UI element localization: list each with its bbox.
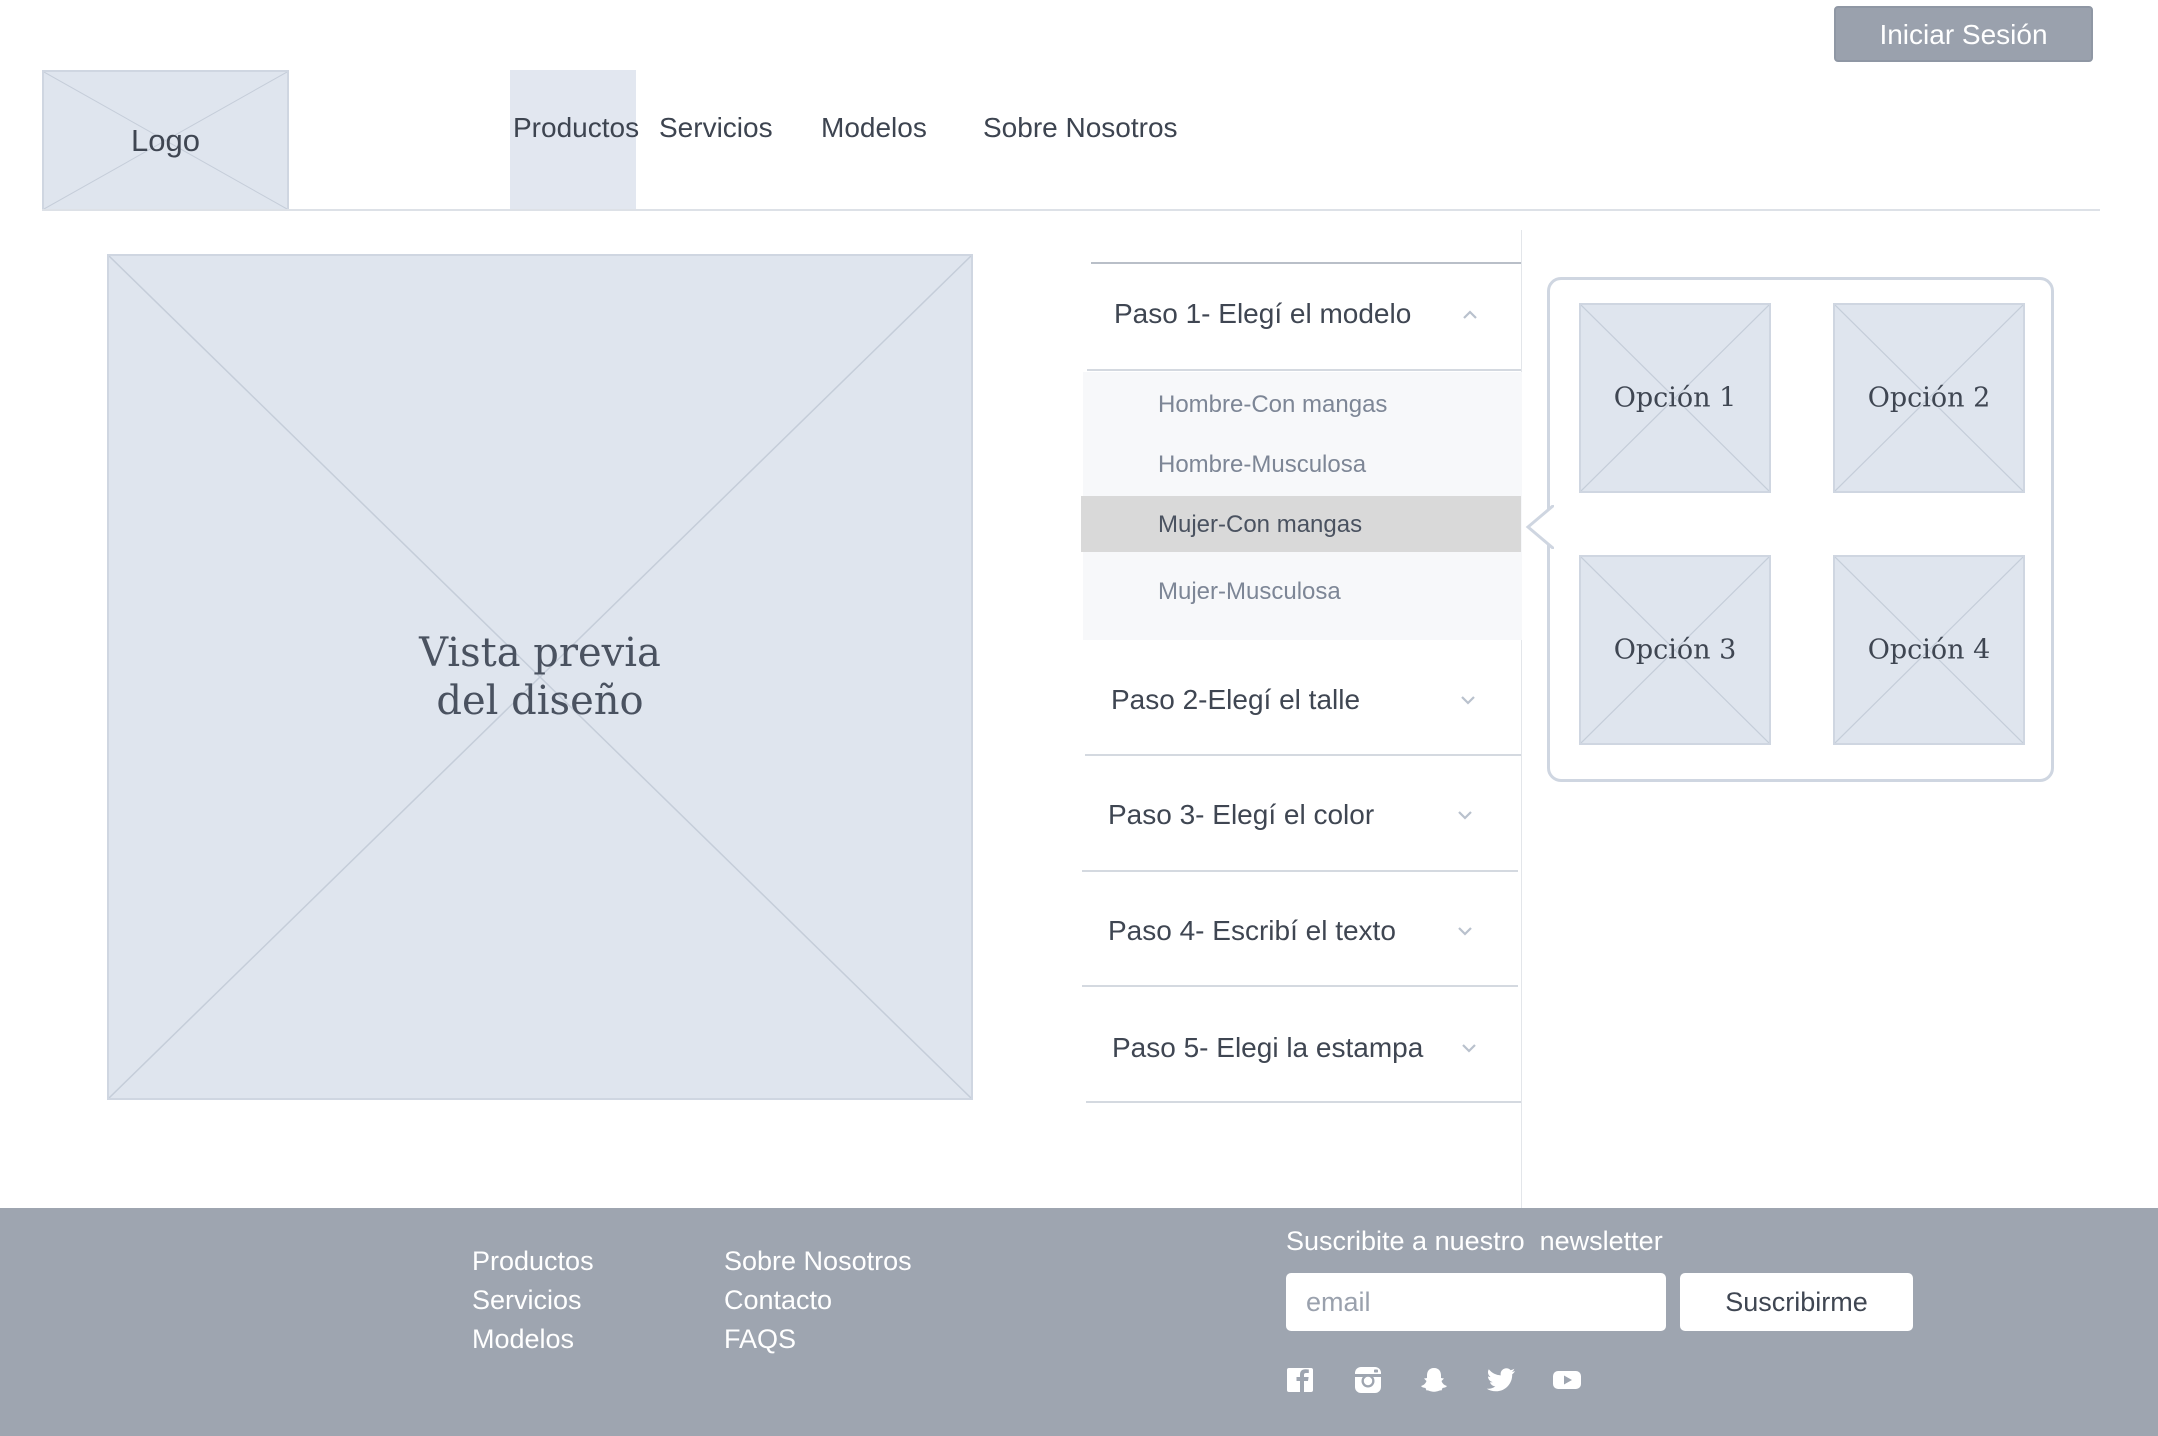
step-1-header[interactable]: Paso 1- Elegí el modelo [1114,298,1411,330]
chevron-down-icon[interactable] [1454,808,1476,822]
nav-productos[interactable]: Productos [513,112,639,144]
nav-modelos[interactable]: Modelos [821,112,927,144]
youtube-icon[interactable] [1552,1366,1582,1394]
footer-link-productos[interactable]: Productos [472,1246,594,1277]
footer-link-sobre-nosotros[interactable]: Sobre Nosotros [724,1246,912,1277]
step-2-header[interactable]: Paso 2-Elegí el talle [1111,684,1360,716]
option-3[interactable]: Opción 3 [1579,555,1771,745]
newsletter-email-input[interactable] [1286,1273,1666,1331]
step-5-header[interactable]: Paso 5- Elegi la estampa [1112,1032,1423,1064]
step-3-header[interactable]: Paso 3- Elegí el color [1108,799,1374,831]
option-1[interactable]: Opción 1 [1579,303,1771,493]
step-3-divider [1082,870,1518,872]
accordion-top-divider [1091,262,1521,264]
preview-caption-line2: del diseño [436,678,644,724]
preview-caption-line1: Vista previa [419,630,661,676]
option-2[interactable]: Opción 2 [1833,303,2025,493]
login-button[interactable]: Iniciar Sesión [1834,6,2093,62]
twitter-icon[interactable] [1486,1366,1516,1394]
logo-label: Logo [131,122,200,158]
logo[interactable]: Logo [42,70,289,211]
footer-link-contacto[interactable]: Contacto [724,1285,832,1316]
step-4-divider [1082,985,1518,987]
model-option-hombre-con-mangas[interactable]: Hombre-Con mangas [1158,391,1387,419]
option-4[interactable]: Opción 4 [1833,555,2025,745]
model-option-hombre-musculosa[interactable]: Hombre-Musculosa [1158,451,1366,479]
chevron-up-icon[interactable] [1459,308,1481,322]
subscribe-button[interactable]: Suscribirme [1680,1273,1913,1331]
preview-caption: Vista previa del diseño [109,629,971,725]
design-preview: Vista previa del diseño [107,254,973,1100]
snapchat-icon[interactable] [1419,1366,1449,1394]
nav-sobre-nosotros[interactable]: Sobre Nosotros [983,112,1178,144]
footer-link-modelos[interactable]: Modelos [472,1324,574,1355]
instagram-icon[interactable] [1353,1366,1383,1394]
chevron-down-icon[interactable] [1457,693,1479,707]
step-2-divider [1085,754,1521,756]
nav-servicios[interactable]: Servicios [659,112,773,144]
option-2-label: Opción 2 [1867,382,1991,414]
model-option-mujer-musculosa[interactable]: Mujer-Musculosa [1158,578,1341,606]
step-1-divider [1087,369,1521,371]
model-option-mujer-con-mangas[interactable]: Mujer-Con mangas [1158,511,1362,539]
option-4-label: Opción 4 [1867,634,1991,666]
step-5-divider [1086,1101,1521,1103]
option-3-label: Opción 3 [1613,634,1737,666]
popover-arrow-icon [1525,505,1554,549]
facebook-icon[interactable] [1286,1366,1316,1394]
step-4-header[interactable]: Paso 4- Escribí el texto [1108,915,1396,947]
footer-link-servicios[interactable]: Servicios [472,1285,582,1316]
chevron-down-icon[interactable] [1458,1041,1480,1055]
header-divider [42,209,2100,211]
newsletter-title: Suscribite a nuestro newsletter [1286,1226,1663,1256]
chevron-down-icon[interactable] [1454,924,1476,938]
footer-link-faqs[interactable]: FAQS [724,1324,796,1355]
option-1-label: Opción 1 [1613,382,1737,414]
